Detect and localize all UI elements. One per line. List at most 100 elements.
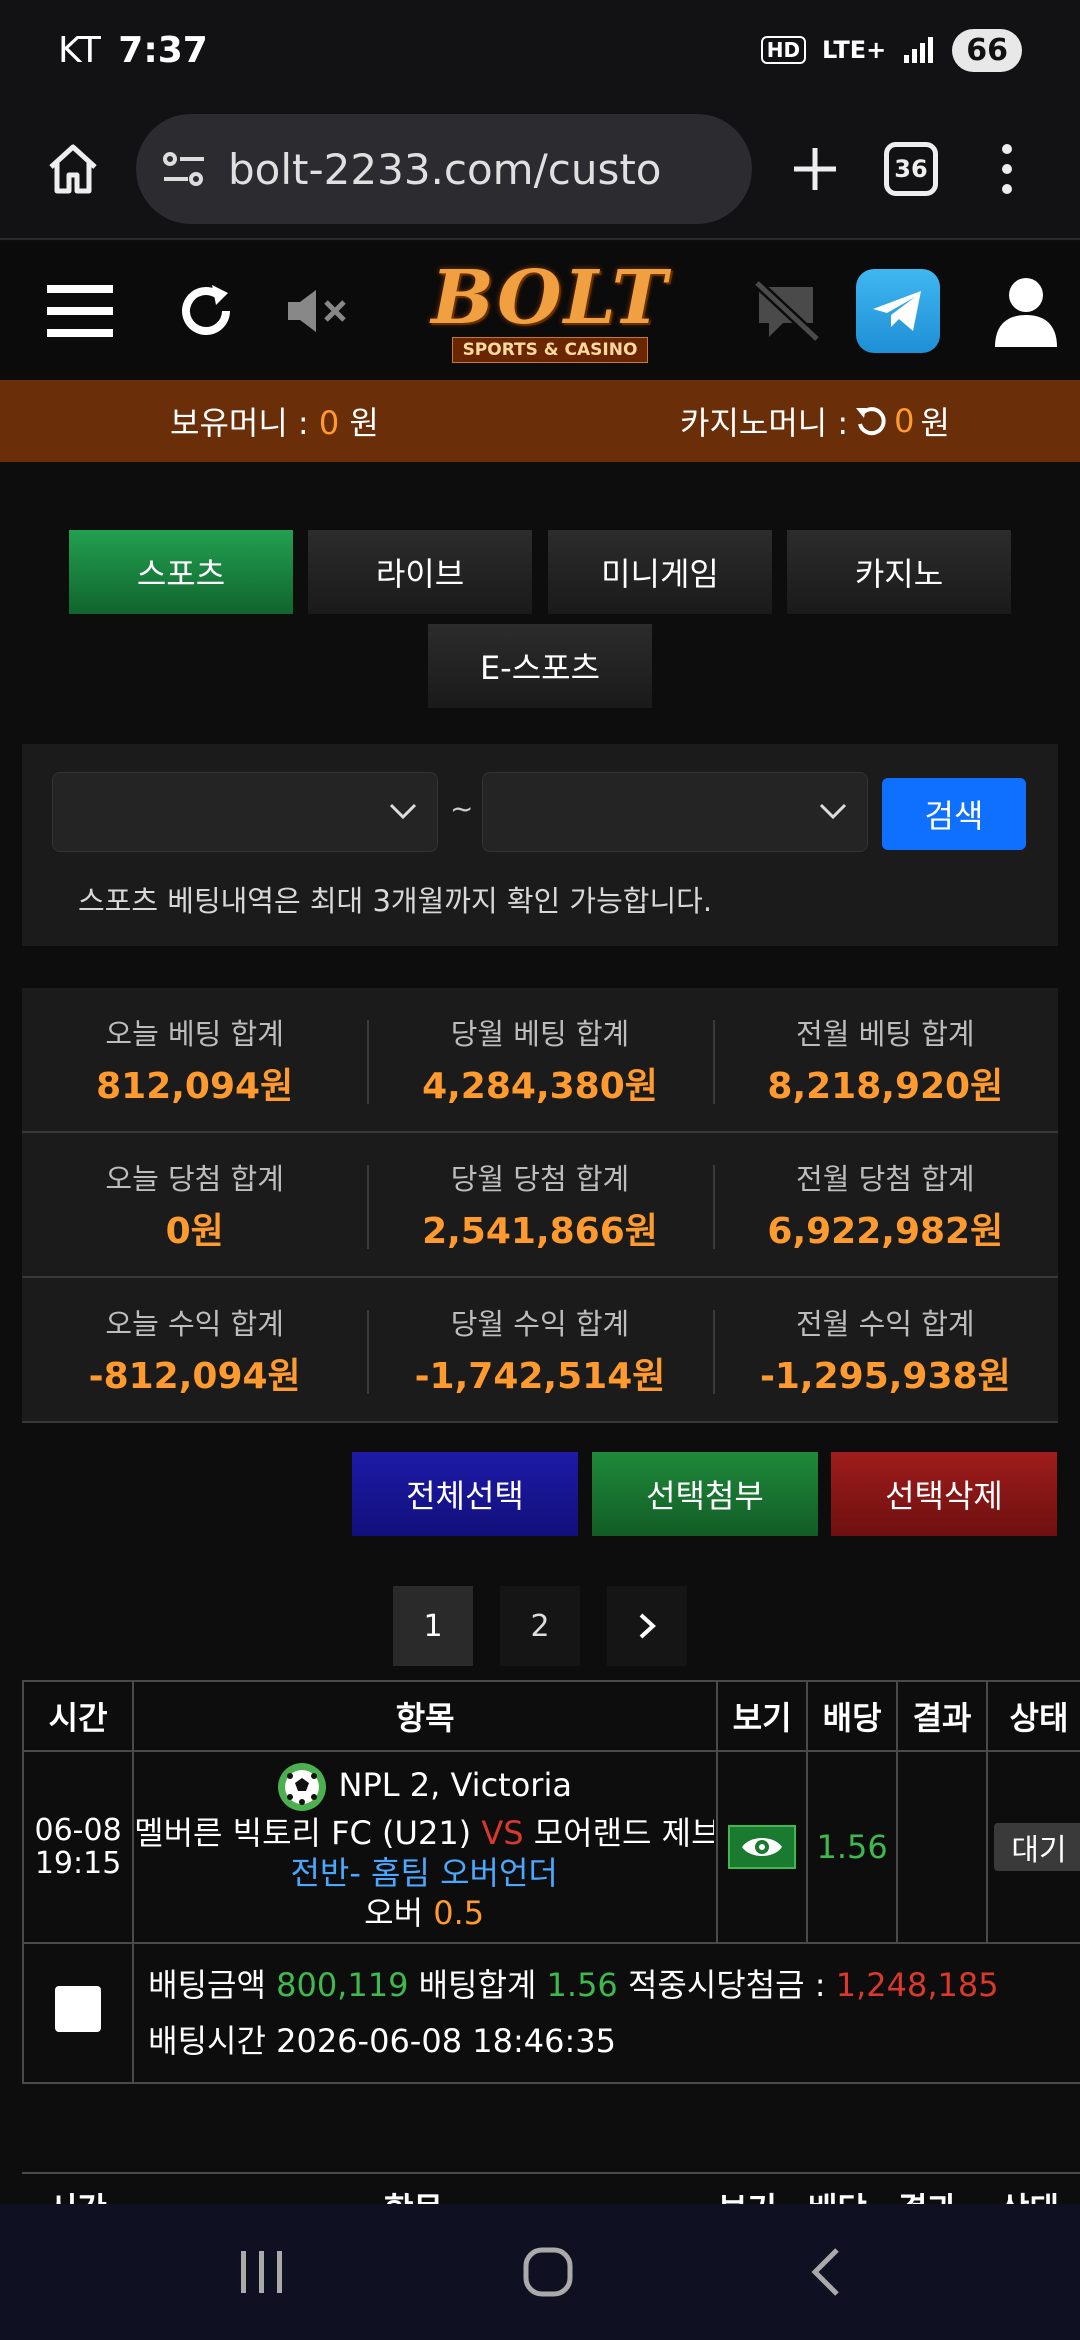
summary-value: 4,284,380원 [422, 1065, 658, 1107]
logo-text: BOLT [431, 255, 669, 341]
status-cell: 대기 [985, 1750, 1080, 1944]
recent-apps-icon[interactable] [237, 2249, 287, 2295]
summary-cell: 당월 당첨 합계 2,541,866원 [367, 1133, 712, 1276]
select-all-button[interactable]: 전체선택 [352, 1452, 578, 1536]
vs-label: VS [481, 1814, 524, 1852]
tab-minigame[interactable]: 미니게임 [548, 530, 772, 614]
mute-icon[interactable] [266, 261, 366, 361]
new-tab-icon[interactable] [782, 136, 848, 202]
pick-label: 오버 [364, 1894, 424, 1932]
bet-summary-cell: 배팅금액 800,119 배팅합계 1.56 적중시당첨금 : 1,248,18… [132, 1942, 1080, 2084]
amount-value: 800,119 [276, 1966, 409, 2004]
hd-icon: HD [760, 36, 807, 64]
carrier: KT [58, 29, 101, 71]
summary-value: 8,218,920원 [767, 1065, 1004, 1107]
summary-label: 오늘 당첨 합계 [105, 1161, 284, 1196]
hamburger-menu-icon[interactable] [30, 261, 130, 361]
summary-value: 0원 [165, 1210, 224, 1252]
summary-label: 당월 당첨 합계 [450, 1161, 630, 1196]
amount-label: 배팅금액 [148, 1966, 266, 2004]
tab-esports[interactable]: E-스포츠 [428, 624, 652, 708]
summary-row-win: 오늘 당첨 합계 0원 당월 당첨 합계 2,541,866원 전월 당첨 합계 6,… [22, 1133, 1058, 1278]
url-text: bolt-2233.com/custo [228, 144, 662, 194]
tab-casino[interactable]: 카지노 [787, 530, 1011, 614]
search-button[interactable]: 검색 [882, 778, 1026, 850]
odds-cell: 1.56 [806, 1750, 899, 1944]
view-details-button[interactable] [728, 1825, 797, 1869]
user-profile-icon[interactable] [976, 261, 1076, 361]
start-date-select[interactable] [52, 772, 438, 852]
select-cell [21, 1942, 135, 2084]
summary-cell: 당월 베팅 합계 4,284,380원 [367, 988, 712, 1131]
refresh-icon[interactable] [156, 261, 256, 361]
chevron-down-icon [389, 803, 417, 820]
item-wrapper: NPL 2, Victoria 멜버른 빅토리 FC (U21) VS 모어랜드… [134, 1761, 714, 1933]
chat-off-icon[interactable] [736, 261, 836, 361]
casino-refresh-icon[interactable] [854, 404, 888, 438]
bet-datetime: 06-08 19:15 [21, 1750, 135, 1944]
eye-icon [742, 1838, 783, 1856]
casino-money: 카지노머니 : 0 원 [680, 398, 950, 444]
browser-toolbar: bolt-2233.com/custo 36 [0, 100, 1080, 240]
casino-money-unit: 원 [920, 404, 950, 442]
page-2[interactable]: 2 [500, 1586, 580, 1666]
summary-value: -1,742,514원 [414, 1355, 666, 1397]
league-name: NPL 2, Victoria [338, 1766, 572, 1804]
home-icon[interactable] [40, 136, 106, 202]
summary-label: 당월 베팅 합계 [450, 1016, 630, 1051]
header-view: 보기 [716, 1680, 809, 1752]
away-team: 모어랜드 제브라스 [533, 1814, 715, 1852]
attach-selected-button[interactable]: 선택첨부 [592, 1452, 818, 1536]
tab-live[interactable]: 라이브 [308, 530, 532, 614]
battery-level: 66 [952, 28, 1022, 72]
match-line: 멜버른 빅토리 FC (U21) VS 모어랜드 제브라스 [134, 1813, 714, 1853]
bet-time-value: 2026-06-08 18:46:35 [276, 2022, 616, 2060]
end-date-select[interactable] [482, 772, 868, 852]
summary-label: 오늘 수익 합계 [105, 1306, 284, 1341]
bet-summary-row: 배팅금액 800,119 배팅합계 1.56 적중시당첨금 : 1,248,18… [21, 1942, 1080, 2084]
page-1[interactable]: 1 [393, 1586, 473, 1666]
bet-select-checkbox[interactable] [55, 1986, 102, 2032]
chevron-down-icon [819, 803, 847, 820]
own-money-label: 보유머니 : [170, 404, 319, 442]
summary-label: 전월 베팅 합계 [796, 1016, 975, 1051]
home-button-icon[interactable] [522, 2246, 574, 2298]
header-time: 시간 [21, 1680, 135, 1752]
delete-selected-button[interactable]: 선택삭제 [831, 1452, 1057, 1536]
tab-count: 36 [884, 142, 938, 196]
logo-subtext: SPORTS & CASINO [451, 337, 649, 363]
summary-value: 2,541,866원 [422, 1210, 658, 1252]
casino-money-label: 카지노머니 : [680, 404, 849, 442]
header-result: 결과 [896, 1680, 988, 1752]
bolt-logo[interactable]: BOLT SPORTS & CASINO [410, 250, 690, 374]
next-page-button[interactable] [607, 1586, 687, 1666]
table-row: 06-08 19:15 NPL 2, Victoria 멜버른 빅토리 FC (… [21, 1750, 1080, 1944]
status-left: KT 7:37 [58, 30, 208, 71]
more-menu-icon[interactable] [974, 136, 1040, 202]
result-cell [896, 1750, 988, 1944]
site-settings-icon[interactable] [162, 149, 206, 189]
total-odds-label: 배팅합계 [418, 1966, 537, 2004]
tab-sports[interactable]: 스포츠 [69, 530, 293, 614]
telegram-icon[interactable] [856, 269, 940, 353]
own-money: 보유머니 : 0 원 [170, 398, 379, 444]
tab-switcher-button[interactable]: 36 [878, 136, 944, 202]
summary-cell: 당월 수익 합계 -1,742,514원 [367, 1278, 712, 1421]
header-item: 항목 [132, 1680, 719, 1752]
league-line: NPL 2, Victoria [134, 1761, 714, 1813]
balance-bar: 보유머니 : 0 원 카지노머니 : 0 원 [0, 380, 1080, 462]
summary-value: -812,094원 [88, 1355, 301, 1397]
summary-label: 전월 당첨 합계 [796, 1161, 975, 1196]
address-bar[interactable]: bolt-2233.com/custo [136, 114, 752, 224]
summary-label: 전월 수익 합계 [796, 1306, 975, 1341]
summary-value: -1,295,938원 [759, 1355, 1011, 1397]
bet-history-table: 시간 항목 보기 배당 결과 상태 06-08 19:15 NPL 2, Vic… [21, 1680, 1080, 2084]
own-money-unit: 원 [339, 404, 379, 442]
win-value: 1,248,185 [835, 1966, 999, 2004]
summary-value: 812,094원 [96, 1065, 294, 1107]
status-icons: HD LTE+ 66 [760, 28, 1022, 72]
market-name: 전반- 홈팀 오버언더 [290, 1854, 558, 1892]
total-odds-value: 1.56 [546, 1966, 618, 2004]
clock: 7:37 [118, 29, 208, 71]
back-icon[interactable] [809, 2246, 843, 2298]
